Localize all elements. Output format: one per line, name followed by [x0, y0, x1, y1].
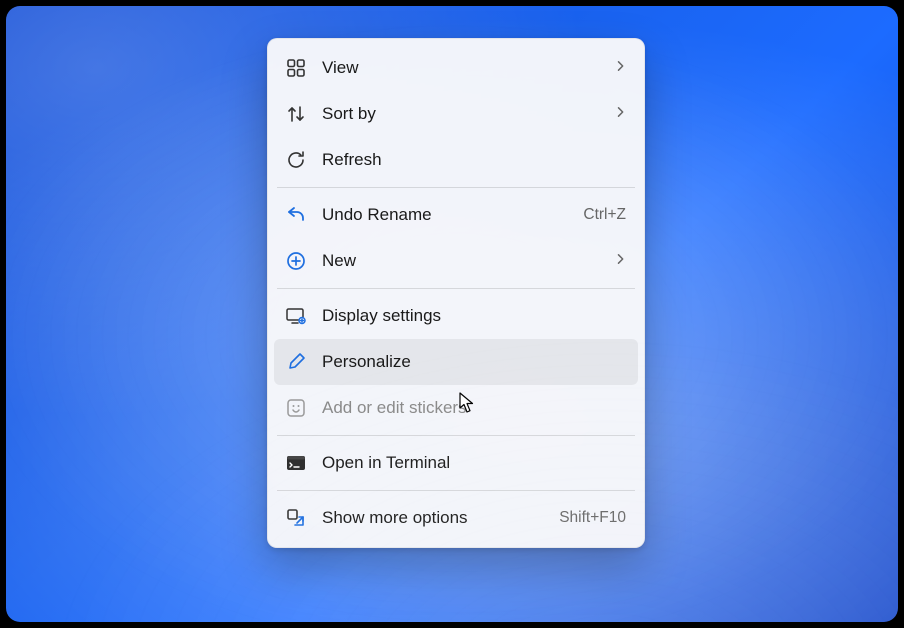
menu-item-label: Display settings [322, 306, 626, 326]
desktop-context-menu: View Sort by [267, 38, 645, 548]
menu-item-view[interactable]: View [274, 45, 638, 91]
menu-item-personalize[interactable]: Personalize [274, 339, 638, 385]
undo-icon [284, 203, 308, 227]
menu-item-display-settings[interactable]: Display settings [274, 293, 638, 339]
chevron-right-icon [616, 251, 626, 271]
terminal-icon [284, 451, 308, 475]
mouse-cursor [459, 392, 477, 414]
menu-item-label: Personalize [322, 352, 626, 372]
menu-separator [277, 288, 635, 289]
display-settings-icon [284, 304, 308, 328]
view-icon [284, 56, 308, 80]
chevron-right-icon [616, 104, 626, 124]
show-more-icon [284, 506, 308, 530]
chevron-right-icon [616, 58, 626, 78]
menu-item-shortcut: Ctrl+Z [583, 206, 626, 224]
sort-icon [284, 102, 308, 126]
menu-item-label: Show more options [322, 508, 545, 528]
refresh-icon [284, 148, 308, 172]
desktop-wallpaper[interactable]: View Sort by [6, 6, 898, 622]
menu-item-label: Open in Terminal [322, 453, 626, 473]
menu-item-label: View [322, 58, 602, 78]
menu-item-open-terminal[interactable]: Open in Terminal [274, 440, 638, 486]
new-icon [284, 249, 308, 273]
menu-item-sort-by[interactable]: Sort by [274, 91, 638, 137]
menu-item-label: Undo Rename [322, 205, 569, 225]
menu-item-stickers: Add or edit stickers [274, 385, 638, 431]
menu-separator [277, 187, 635, 188]
menu-item-shortcut: Shift+F10 [559, 509, 626, 527]
menu-separator [277, 490, 635, 491]
personalize-icon [284, 350, 308, 374]
menu-item-label: Sort by [322, 104, 602, 124]
menu-item-undo-rename[interactable]: Undo Rename Ctrl+Z [274, 192, 638, 238]
menu-item-show-more[interactable]: Show more options Shift+F10 [274, 495, 638, 541]
menu-item-refresh[interactable]: Refresh [274, 137, 638, 183]
menu-item-label: Refresh [322, 150, 626, 170]
menu-item-label: New [322, 251, 602, 271]
menu-item-new[interactable]: New [274, 238, 638, 284]
stickers-icon [284, 396, 308, 420]
menu-item-label: Add or edit stickers [322, 398, 626, 418]
menu-separator [277, 435, 635, 436]
